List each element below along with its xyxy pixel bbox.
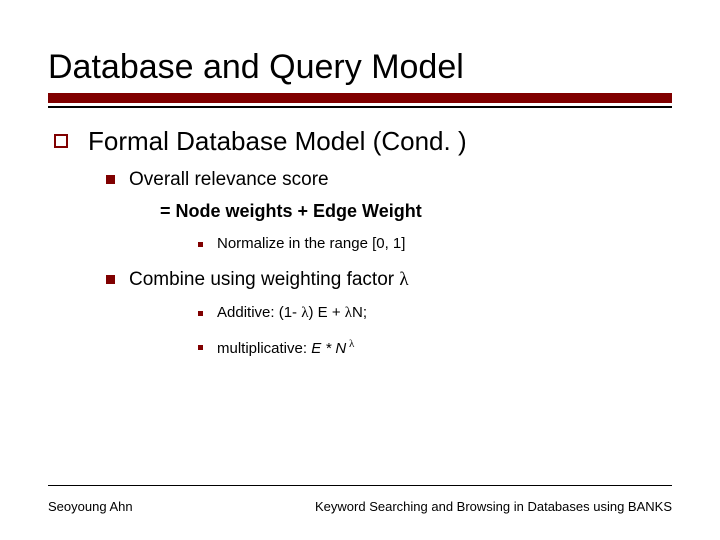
rule-thick — [48, 93, 672, 103]
combine-label-pre: Combine using weighting factor — [129, 269, 399, 290]
filled-square-bullet-icon — [106, 275, 115, 284]
rule-thin — [48, 106, 672, 108]
tiny-square-bullet-icon — [198, 311, 203, 316]
footer: Seoyoung Ahn Keyword Searching and Brows… — [48, 499, 672, 514]
level2-group: Overall relevance score = Node weights +… — [106, 168, 672, 360]
additive-mid: ) E + — [308, 304, 344, 321]
footer-right: Keyword Searching and Browsing in Databa… — [315, 499, 672, 514]
slide: Database and Query Model Formal Database… — [0, 0, 720, 540]
combine-row: Combine using weighting factor λ — [106, 268, 672, 293]
mult-expr: E * N — [311, 340, 346, 357]
additive-post: N; — [352, 304, 367, 321]
title-rule — [48, 93, 672, 111]
section-heading-row: Formal Database Model (Cond. ) — [54, 125, 672, 158]
footer-rule — [48, 485, 672, 486]
filled-square-bullet-icon — [106, 175, 115, 184]
additive-row: Additive: (1- λ) E + λN; — [198, 303, 672, 323]
mult-sup-lambda: λ — [346, 338, 354, 350]
combine-label: Combine using weighting factor λ — [129, 268, 409, 293]
additive-pre: Additive: (1- — [217, 304, 301, 321]
slide-title: Database and Query Model — [48, 48, 672, 87]
overall-score-label: Overall relevance score — [129, 168, 329, 193]
lambda-symbol: λ — [345, 305, 352, 321]
tiny-square-bullet-icon — [198, 345, 203, 350]
footer-left: Seoyoung Ahn — [48, 499, 133, 514]
normalize-text: Normalize in the range [0, 1] — [217, 234, 405, 254]
hollow-square-bullet-icon — [54, 134, 68, 148]
mult-pre: multiplicative: — [217, 340, 311, 357]
lambda-symbol: λ — [399, 269, 408, 290]
multiplicative-text: multiplicative: E * N λ — [217, 337, 354, 359]
tiny-square-bullet-icon — [198, 242, 203, 247]
overall-score-row: Overall relevance score — [106, 168, 672, 193]
content-block: Formal Database Model (Cond. ) Overall r… — [48, 111, 672, 359]
additive-text: Additive: (1- λ) E + λN; — [217, 303, 367, 323]
overall-score-formula: = Node weights + Edge Weight — [160, 200, 672, 223]
section-heading: Formal Database Model (Cond. ) — [88, 125, 467, 158]
multiplicative-row: multiplicative: E * N λ — [198, 337, 672, 359]
normalize-row: Normalize in the range [0, 1] — [198, 234, 672, 254]
